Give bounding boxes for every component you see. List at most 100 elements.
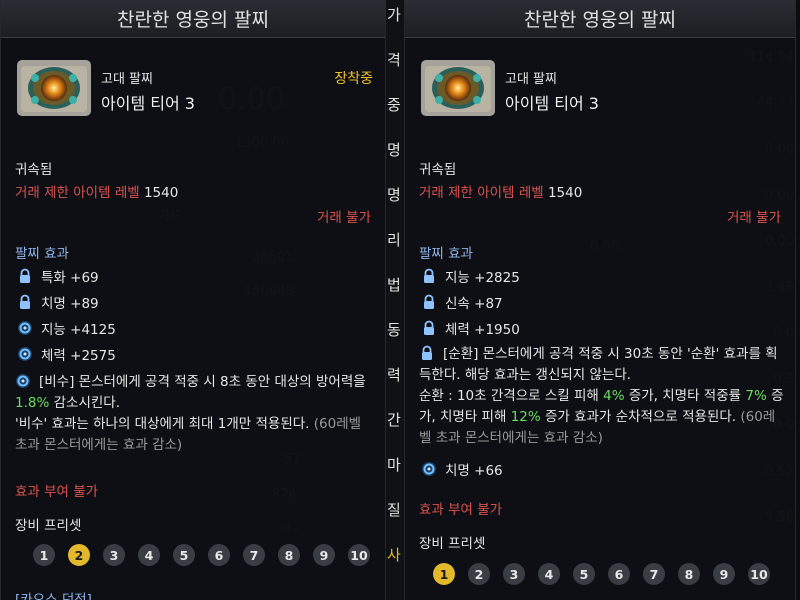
preset-label: 장비 프리셋	[419, 536, 486, 552]
stat-label-char: 사	[387, 546, 401, 564]
preset-button-4[interactable]: 4	[138, 544, 160, 566]
effect-row: 체력 +1950	[421, 318, 520, 338]
preset-button-7[interactable]: 7	[643, 563, 665, 585]
equipped-badge: 장착중	[334, 71, 373, 87]
lock-icon	[17, 268, 33, 284]
effect-row: 치명 +89	[17, 292, 99, 312]
effect-text: 체력 +1950	[445, 322, 520, 338]
trade-limit-value: 1540	[547, 185, 583, 201]
item-summary: 고대 팔찌 아이템 티어 3	[405, 38, 795, 130]
preset-button-8[interactable]: 8	[678, 563, 700, 585]
preset-button-3[interactable]: 3	[103, 544, 125, 566]
preset-button-2[interactable]: 2	[68, 544, 90, 566]
special-text: 몬스터에게 공격 적중 시 8초 동안 대상의 방어력을	[74, 374, 366, 390]
special-text-end: 감소시킨다.	[49, 395, 120, 411]
preset-button-1[interactable]: 1	[433, 563, 455, 585]
effect-text: 지능 +2825	[445, 270, 520, 286]
chaos-dungeon-label: [카오스 던전]	[15, 592, 92, 600]
preset-button-7[interactable]: 7	[243, 544, 265, 566]
lock-icon	[421, 320, 437, 336]
stat-label-char: 법	[387, 276, 401, 294]
special-effect: [순환] 몬스터에게 공격 적중 시 30초 동안 '순환' 효과를 획득한다.…	[419, 344, 787, 449]
effect-row: 신속 +87	[421, 292, 503, 312]
trade-status: 거래 불가	[727, 210, 781, 226]
stat-label-char: 마	[387, 456, 401, 474]
preset-label: 장비 프리셋	[15, 518, 82, 534]
effect-row: 지능 +2825	[421, 266, 520, 286]
special-effect: [비수] 몬스터에게 공격 적중 시 8초 동안 대상의 방어력을 1.8% 감…	[15, 372, 377, 456]
preset-button-10[interactable]: 10	[348, 544, 370, 566]
stat-label-char: 가	[387, 6, 401, 24]
trade-status: 거래 불가	[317, 210, 371, 226]
no-effect-grant: 효과 부여 불가	[419, 502, 503, 518]
trade-limit-label: 거래 제한 아이템 레벨	[15, 185, 140, 201]
preset-button-3[interactable]: 3	[503, 563, 525, 585]
stat-label-char: 간	[387, 411, 401, 429]
special-tag: [순환]	[443, 346, 479, 362]
preset-button-1[interactable]: 1	[33, 544, 55, 566]
effect-text: 치명 +66	[445, 463, 503, 479]
effect-title: 팔찌 효과	[419, 246, 473, 262]
no-effect-grant: 효과 부여 불가	[15, 484, 99, 500]
effect-text: 특화 +69	[41, 270, 99, 286]
stat-label-char: 리	[387, 231, 401, 249]
stat-label-char: 력	[387, 366, 401, 384]
item-tooltip-compare: 찬란한 영웅의 팔찌 고대 팔찌 아이템 티어 3 귀속됨 거래 제한 아이템 …	[404, 0, 796, 600]
special-percent: 1.8%	[15, 395, 50, 411]
special-tag: [비수]	[39, 374, 75, 390]
stat-label-char: 질	[387, 501, 401, 519]
lock-icon	[421, 268, 437, 284]
effect-text: 신속 +87	[445, 296, 503, 312]
item-tooltip-equipped: 찬란한 영웅의 팔찌 고대 팔찌 아이템 티어 3 장착중 귀속됨 거래 제한 …	[0, 0, 386, 600]
lock-icon	[17, 294, 33, 310]
bracelet-item-icon	[421, 60, 495, 116]
preset-button-2[interactable]: 2	[468, 563, 490, 585]
stat-label-char: 명	[387, 141, 401, 159]
preset-selector: 1 2 3 4 5 6 7 8 9 10	[433, 563, 770, 585]
preset-button-9[interactable]: 9	[713, 563, 735, 585]
effect-row: 지능 +4125	[17, 318, 116, 338]
special-limit: '비수' 효과는 하나의 대상에게 최대 1개만 적용된다.	[15, 416, 310, 432]
preset-button-10[interactable]: 10	[748, 563, 770, 585]
trade-limit: 거래 제한 아이템 레벨 1540	[419, 181, 582, 201]
item-grade: 고대 팔찌	[505, 72, 557, 87]
cycle-pct-3: 12%	[510, 409, 541, 425]
preset-button-6[interactable]: 6	[608, 563, 630, 585]
effect-text: 지능 +4125	[41, 322, 116, 338]
trade-limit-value: 1540	[143, 185, 179, 201]
tooltip-title: 찬란한 영웅의 팔찌	[1, 0, 385, 38]
stat-label-char: 동	[387, 321, 401, 339]
cycle-text-d: 증가 효과가 순차적으로 적용된다.	[540, 409, 737, 425]
effect-row: 체력 +2575	[17, 344, 116, 364]
background-stat-labels: 가격중명명리법동력간마질사	[386, 0, 404, 600]
cycle-text-b: 증가, 치명타 적중률	[624, 388, 746, 404]
stat-label-char: 중	[387, 96, 401, 114]
extra-effect: 치명 +66	[421, 459, 503, 479]
preset-button-6[interactable]: 6	[208, 544, 230, 566]
tooltip-title: 찬란한 영웅의 팔찌	[405, 0, 795, 38]
stat-label-char: 격	[387, 51, 401, 69]
reroll-icon	[15, 373, 31, 389]
lock-icon	[419, 345, 435, 361]
preset-button-4[interactable]: 4	[538, 563, 560, 585]
trade-limit: 거래 제한 아이템 레벨 1540	[15, 181, 178, 201]
trade-limit-label: 거래 제한 아이템 레벨	[419, 185, 544, 201]
preset-button-5[interactable]: 5	[573, 563, 595, 585]
preset-button-5[interactable]: 5	[173, 544, 195, 566]
cycle-text-a: 순환 : 10초 간격으로 스킬 피해	[419, 388, 604, 404]
effect-text: 치명 +89	[41, 296, 99, 312]
preset-button-9[interactable]: 9	[313, 544, 335, 566]
effect-text: 체력 +2575	[41, 348, 116, 364]
effect-title: 팔찌 효과	[15, 246, 69, 262]
item-grade: 고대 팔찌	[101, 72, 153, 87]
lock-icon	[421, 294, 437, 310]
item-tier: 아이템 티어 3	[101, 94, 195, 113]
preset-selector: 1 2 3 4 5 6 7 8 9 10	[33, 544, 370, 566]
bracelet-item-icon	[17, 60, 91, 116]
reroll-icon	[17, 346, 33, 362]
item-summary: 고대 팔찌 아이템 티어 3 장착중	[1, 38, 385, 130]
reroll-icon	[17, 320, 33, 336]
cycle-pct-1: 4%	[603, 388, 625, 404]
preset-button-8[interactable]: 8	[278, 544, 300, 566]
bound-status: 귀속됨	[15, 162, 53, 178]
